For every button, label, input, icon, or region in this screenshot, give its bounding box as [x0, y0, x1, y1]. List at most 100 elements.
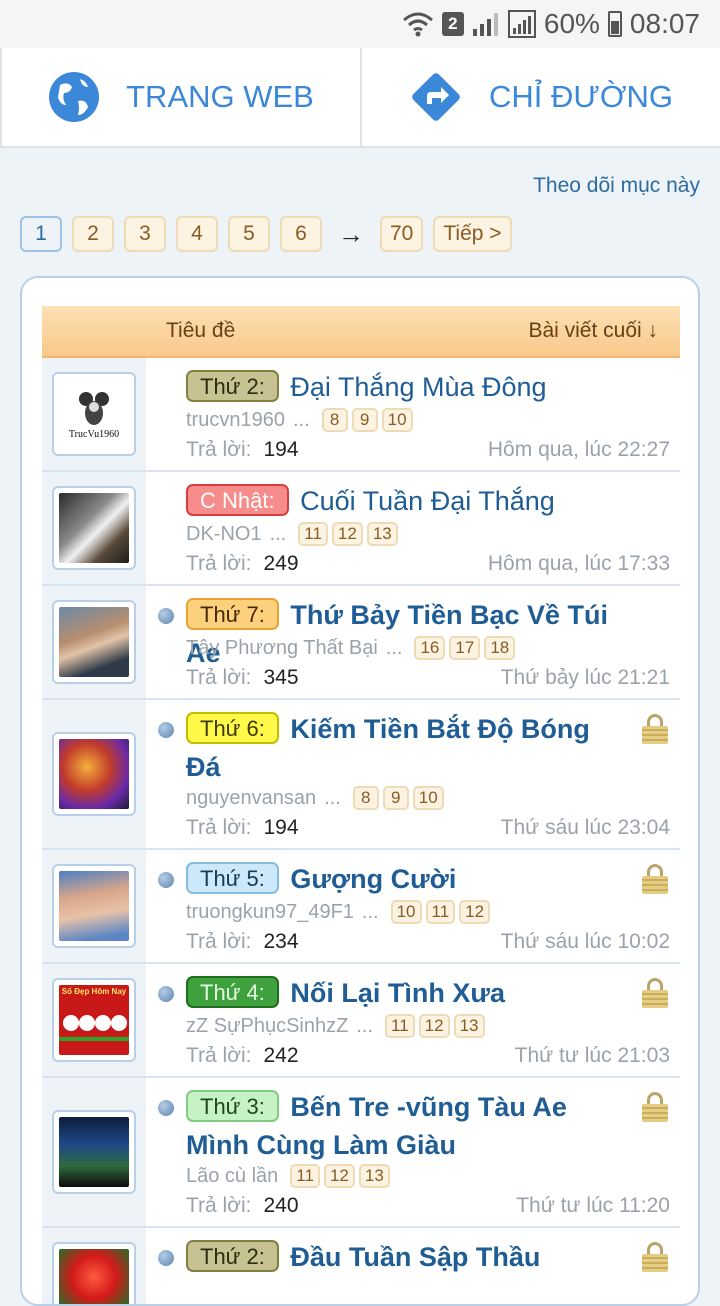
reply-count: Trả lời: 242: [186, 1044, 299, 1067]
battery-percent: 60%: [543, 8, 600, 39]
page-6[interactable]: 6: [280, 216, 322, 252]
last-post-date[interactable]: Thứ sáu lúc 10:02: [501, 930, 670, 954]
thread-row[interactable]: TrucVu1960 Thứ 2: Đại Thắng Mùa Đông tru…: [42, 358, 680, 472]
reply-count: Trả lời: 345: [186, 666, 299, 689]
avatar[interactable]: [52, 864, 136, 948]
unread-dot-icon: [158, 608, 174, 624]
sim-badge: 2: [441, 12, 464, 36]
thread-prefix[interactable]: Thứ 2:: [186, 370, 279, 402]
last-post-date[interactable]: Thứ sáu lúc 23:04: [501, 816, 670, 840]
thread-prefix[interactable]: Thứ 6:: [186, 712, 279, 744]
thread-title[interactable]: Thứ 4: Nối Lại Tình Xưa: [186, 974, 628, 1012]
thread-title[interactable]: Thứ 2: Đại Thắng Mùa Đông: [186, 368, 628, 406]
reply-count: Trả lời: 234: [186, 930, 299, 953]
watch-forum-link[interactable]: Theo dõi mục này: [533, 174, 700, 198]
page-4[interactable]: 4: [176, 216, 218, 252]
thread-title[interactable]: C Nhật: Cuối Tuần Đại Thắng: [186, 482, 628, 520]
page-5[interactable]: 5: [228, 216, 270, 252]
skip-arrow: →: [338, 218, 364, 249]
avatar[interactable]: [52, 732, 136, 816]
avatar-caption: TrucVu1960: [68, 428, 120, 440]
unread-dot-icon: [158, 986, 174, 1002]
thread-author[interactable]: trucvn1960: [186, 409, 285, 432]
page-last[interactable]: 70: [380, 216, 424, 252]
thread-list-header: Tiêu đề Bài viết cuối ↓: [42, 306, 680, 358]
thread-title[interactable]: Thứ 3: Bến Tre -vũng Tàu Ae Mình Cùng Là…: [186, 1088, 628, 1164]
lock-icon: [642, 864, 668, 894]
reply-count: Trả lời: 240: [186, 1194, 299, 1217]
thread-row[interactable]: Số Đẹp Hôm Nay Thứ 4: Nối Lại Tình Xưa z…: [42, 964, 680, 1078]
thread-prefix[interactable]: Thứ 2:: [186, 1240, 279, 1272]
next-page-button[interactable]: Tiếp >: [433, 216, 512, 252]
thread-author[interactable]: nguyenvansan: [186, 787, 316, 810]
thread-row[interactable]: C Nhật: Cuối Tuần Đại Thắng DK-NO1... 11…: [42, 472, 680, 586]
thread-row[interactable]: Thứ 2: Đầu Tuần Sập Thầu: [42, 1228, 680, 1304]
last-post-date[interactable]: Thứ tư lúc 21:03: [515, 1044, 670, 1068]
thread-prefix[interactable]: Thứ 5:: [186, 862, 279, 894]
status-bar: 2 60% 08:07: [0, 0, 720, 48]
thread-title[interactable]: Thứ 5: Gượng Cười: [186, 860, 628, 898]
last-post-date[interactable]: Hôm qua, lúc 22:27: [488, 438, 670, 462]
unread-dot-icon: [158, 722, 174, 738]
unread-dot-icon: [158, 1100, 174, 1116]
lock-icon: [642, 1092, 668, 1122]
thread-author[interactable]: Tây Phương Thất Bại: [186, 637, 378, 660]
reply-count: Trả lời: 249: [186, 552, 299, 575]
last-post-date[interactable]: Thứ bảy lúc 21:21: [501, 666, 670, 690]
thread-meta: Lão cù lần 11 12 13: [186, 1164, 668, 1188]
thread-meta: DK-NO1... 11 12 13: [186, 522, 668, 546]
avatar[interactable]: [52, 1242, 136, 1304]
thread-prefix[interactable]: Thứ 3:: [186, 1090, 279, 1122]
mouse-figure-icon: [79, 391, 109, 425]
pagination: 1 2 3 4 5 6 → 70 Tiếp >: [20, 216, 512, 252]
battery-icon: [607, 11, 622, 37]
unread-dot-icon: [158, 872, 174, 888]
signal-box-icon: [507, 10, 536, 38]
unread-dot-icon: [158, 1250, 174, 1266]
thread-prefix[interactable]: Thứ 4:: [186, 976, 279, 1008]
thread-title[interactable]: Thứ 2: Đầu Tuần Sập Thầu: [186, 1238, 628, 1276]
thread-meta: truongkun97_49F1... 10 11 12: [186, 900, 668, 924]
signal-icon: [472, 13, 498, 36]
thread-author[interactable]: zZ SựPhụcSinhzZ: [186, 1015, 348, 1038]
thread-title[interactable]: Thứ 6: Kiếm Tiền Bắt Độ Bóng Đá: [186, 710, 628, 786]
action-bar: TRANG WEB CHỈ ĐƯỜNG: [0, 48, 720, 148]
lock-icon: [642, 978, 668, 1008]
avatar-caption: Số Đẹp Hôm Nay: [61, 987, 127, 996]
avatar[interactable]: TrucVu1960: [52, 372, 136, 456]
directions-icon: [412, 73, 460, 121]
thread-meta: trucvn1960... 8 9 10: [186, 408, 668, 432]
avatar[interactable]: [52, 600, 136, 684]
thread-row[interactable]: Thứ 3: Bến Tre -vũng Tàu Ae Mình Cùng Là…: [42, 1078, 680, 1228]
thread-row[interactable]: Thứ 6: Kiếm Tiền Bắt Độ Bóng Đá nguyenva…: [42, 700, 680, 850]
avatar[interactable]: [52, 1110, 136, 1194]
globe-icon: [49, 72, 100, 122]
thread-row[interactable]: Thứ 7: Thứ Bảy Tiền Bạc Về Túi Ae Tây Ph…: [42, 586, 680, 700]
reply-count: Trả lời: 194: [186, 438, 299, 461]
website-button[interactable]: TRANG WEB: [0, 48, 360, 146]
lock-icon: [642, 714, 668, 744]
wifi-icon: [402, 12, 433, 37]
thread-author[interactable]: truongkun97_49F1: [186, 901, 354, 924]
thread-row[interactable]: Thứ 5: Gượng Cười truongkun97_49F1... 10…: [42, 850, 680, 964]
thread-title[interactable]: Thứ 7: Thứ Bảy Tiền Bạc Về Túi Ae: [186, 596, 628, 672]
page-3[interactable]: 3: [124, 216, 166, 252]
page-1[interactable]: 1: [20, 216, 62, 252]
column-last-post[interactable]: Bài viết cuối ↓: [528, 319, 658, 343]
avatar[interactable]: [52, 486, 136, 570]
directions-button[interactable]: CHỈ ĐƯỜNG: [360, 48, 720, 146]
last-post-date[interactable]: Hôm qua, lúc 17:33: [488, 552, 670, 576]
page-2[interactable]: 2: [72, 216, 114, 252]
thread-meta: nguyenvansan... 8 9 10: [186, 786, 668, 810]
thread-prefix[interactable]: Thứ 7:: [186, 598, 279, 630]
last-post-date[interactable]: Thứ tư lúc 11:20: [516, 1194, 670, 1218]
thread-list: Tiêu đề Bài viết cuối ↓ TrucVu1960 Thứ 2…: [20, 276, 700, 1306]
reply-count: Trả lời: 194: [186, 816, 299, 839]
thread-author[interactable]: DK-NO1: [186, 523, 262, 546]
thread-author[interactable]: Lão cù lần: [186, 1165, 278, 1188]
thread-prefix[interactable]: C Nhật:: [186, 484, 289, 516]
website-label: TRANG WEB: [126, 79, 314, 114]
avatar[interactable]: Số Đẹp Hôm Nay: [52, 978, 136, 1062]
column-title[interactable]: Tiêu đề: [166, 319, 235, 343]
thread-meta: Tây Phương Thất Bại... 16 17 18: [186, 636, 668, 660]
